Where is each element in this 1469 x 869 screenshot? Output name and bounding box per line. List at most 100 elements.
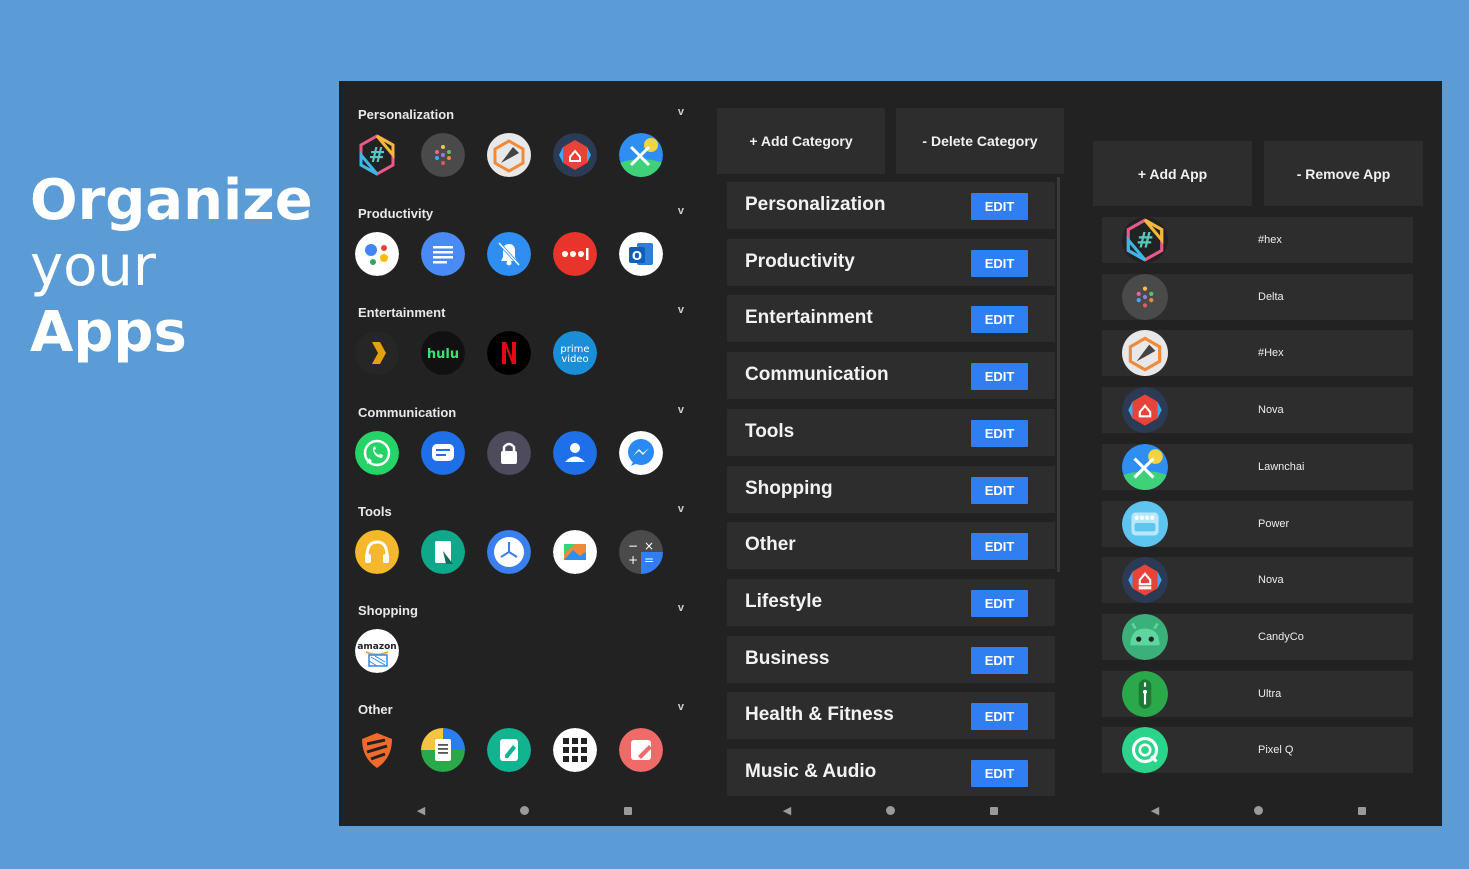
- category-row[interactable]: Music & Audio EDIT: [727, 749, 1055, 796]
- edit-category-button[interactable]: EDIT: [971, 760, 1028, 787]
- grid-app-icon[interactable]: [553, 728, 597, 773]
- sheets-doc-icon[interactable]: [421, 728, 465, 773]
- nav-bar: ◀: [339, 804, 705, 818]
- back-icon[interactable]: ◀: [1145, 804, 1165, 818]
- amazon-shopping-icon[interactable]: amazon: [355, 629, 399, 673]
- hex-icon-app-icon: #: [1122, 217, 1168, 263]
- app-row[interactable]: Pixel Q: [1102, 727, 1413, 774]
- plex-icon[interactable]: [355, 331, 399, 376]
- category-name: Health & Fitness: [745, 704, 894, 726]
- edit-category-button[interactable]: EDIT: [971, 193, 1028, 220]
- edit-category-button[interactable]: EDIT: [971, 703, 1028, 731]
- category-section: Entertainment v hulu prime video: [339, 286, 705, 385]
- delete-category-button[interactable]: - Delete Category: [896, 108, 1064, 174]
- svg-text:video: video: [561, 354, 588, 365]
- edit-category-button[interactable]: EDIT: [971, 533, 1028, 561]
- category-row[interactable]: Productivity EDIT: [727, 238, 1055, 286]
- chevron-down-icon[interactable]: v: [678, 205, 684, 217]
- add-category-button[interactable]: + Add Category: [717, 108, 885, 174]
- delta-icon-app-icon[interactable]: [421, 133, 465, 177]
- edit-category-button[interactable]: EDIT: [971, 419, 1028, 447]
- home-icon[interactable]: [880, 804, 900, 819]
- hex-pen-app-icon[interactable]: [487, 133, 531, 177]
- add-app-button[interactable]: + Add App: [1093, 141, 1252, 206]
- app-row[interactable]: #Hex: [1102, 330, 1413, 377]
- edit-category-button[interactable]: EDIT: [971, 249, 1028, 277]
- ultra-volume-icon: [1122, 670, 1168, 717]
- edit-category-button[interactable]: EDIT: [971, 589, 1028, 617]
- category-row[interactable]: Communication EDIT: [727, 352, 1055, 400]
- notification-bell-icon[interactable]: [487, 232, 531, 277]
- edit-category-button[interactable]: EDIT: [971, 306, 1028, 334]
- category-section: Communication v: [339, 386, 705, 485]
- app-name: Nova: [1258, 404, 1284, 417]
- app-row[interactable]: Power: [1102, 500, 1413, 547]
- category-row[interactable]: Personalization EDIT: [727, 182, 1055, 229]
- app-name: Ultra: [1258, 687, 1282, 700]
- edit-category-button[interactable]: EDIT: [971, 476, 1028, 504]
- chevron-down-icon[interactable]: v: [678, 503, 684, 515]
- google-assistant-icon[interactable]: [355, 232, 399, 277]
- app-row[interactable]: Nova: [1102, 557, 1413, 604]
- messages-icon[interactable]: [421, 430, 465, 475]
- more-dots-icon[interactable]: [553, 232, 597, 277]
- whatsapp-icon[interactable]: [355, 430, 399, 475]
- edit-category-button[interactable]: EDIT: [971, 646, 1028, 674]
- category-row[interactable]: Other EDIT: [727, 522, 1055, 570]
- svg-text:hulu: hulu: [427, 347, 459, 362]
- recents-icon[interactable]: [1352, 804, 1372, 819]
- back-icon[interactable]: ◀: [411, 804, 431, 818]
- category-row[interactable]: Health & Fitness EDIT: [727, 692, 1055, 740]
- messenger-icon[interactable]: [619, 430, 663, 475]
- edit-category-button[interactable]: EDIT: [971, 363, 1028, 391]
- blokada-shield-icon[interactable]: [355, 728, 399, 773]
- app-row[interactable]: Delta: [1102, 273, 1413, 320]
- category-row[interactable]: Entertainment EDIT: [727, 295, 1055, 343]
- chevron-down-icon[interactable]: v: [678, 304, 684, 316]
- prime-video-icon[interactable]: prime video: [553, 331, 597, 376]
- category-row[interactable]: Lifestyle EDIT: [727, 578, 1055, 626]
- back-icon[interactable]: ◀: [777, 804, 797, 818]
- svg-text:amazon: amazon: [357, 642, 396, 652]
- app-row[interactable]: CandyCo: [1102, 613, 1413, 660]
- lock-app-icon[interactable]: [487, 430, 531, 475]
- chevron-down-icon[interactable]: v: [678, 602, 684, 614]
- home-icon[interactable]: [1248, 804, 1268, 819]
- headline-line-2: your: [30, 234, 156, 299]
- edit-doc-icon[interactable]: [487, 728, 531, 773]
- chevron-down-icon[interactable]: v: [678, 106, 684, 118]
- outlook-icon[interactable]: O: [619, 232, 663, 277]
- app-row[interactable]: # #hex: [1102, 217, 1413, 263]
- app-row[interactable]: Nova: [1102, 387, 1413, 434]
- nova-launcher-icon: [1122, 387, 1168, 434]
- notes-app-icon[interactable]: [619, 728, 663, 773]
- category-row[interactable]: Tools EDIT: [727, 408, 1055, 456]
- bookmark-app-icon[interactable]: [421, 529, 465, 574]
- hulu-icon[interactable]: hulu: [421, 331, 465, 376]
- home-icon[interactable]: [514, 804, 534, 819]
- headphones-icon[interactable]: [355, 529, 399, 574]
- app-row[interactable]: Ultra: [1102, 670, 1413, 717]
- category-name: Other: [745, 534, 796, 556]
- recents-icon[interactable]: [984, 804, 1004, 819]
- google-docs-icon[interactable]: [421, 232, 465, 277]
- svg-text:=: =: [644, 553, 654, 567]
- category-row[interactable]: Business EDIT: [727, 635, 1055, 683]
- delta-icon-app-icon: [1122, 273, 1168, 320]
- hex-icon-app-icon[interactable]: #: [355, 133, 399, 177]
- lawnchair-icon[interactable]: [619, 133, 663, 177]
- clock-icon[interactable]: [487, 529, 531, 574]
- contacts-icon[interactable]: [553, 430, 597, 475]
- category-section: Shopping v amazon: [339, 584, 705, 683]
- remove-app-button[interactable]: - Remove App: [1264, 141, 1423, 206]
- category-row[interactable]: Shopping EDIT: [727, 465, 1055, 513]
- app-row[interactable]: Lawnchai: [1102, 443, 1413, 490]
- scrollbar[interactable]: [1057, 177, 1060, 572]
- nova-launcher-icon[interactable]: [553, 133, 597, 177]
- photo-app-icon[interactable]: [553, 529, 597, 574]
- recents-icon[interactable]: [618, 804, 638, 819]
- chevron-down-icon[interactable]: v: [678, 701, 684, 713]
- calculator-icon[interactable]: − × + =: [619, 529, 663, 574]
- netflix-icon[interactable]: [487, 331, 531, 376]
- chevron-down-icon[interactable]: v: [678, 404, 684, 416]
